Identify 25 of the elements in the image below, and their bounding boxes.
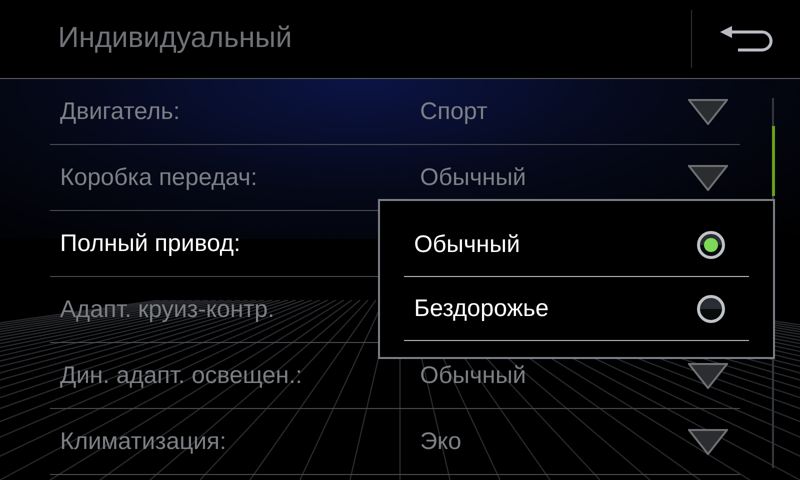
setting-label: Полный привод: [60, 228, 242, 258]
scrollbar-thumb[interactable] [772, 126, 775, 196]
back-arrow-icon [718, 25, 774, 53]
dropdown-triangle-icon [688, 428, 728, 454]
setting-value: Обычный [420, 162, 528, 192]
setting-value: Спорт [420, 96, 488, 126]
setting-label: Дин. адапт. освещен.: [60, 360, 304, 390]
setting-label: Климатизация: [60, 426, 228, 456]
radio-button[interactable] [697, 294, 725, 322]
setting-value: Обычный [420, 360, 528, 390]
dropdown-triangle-icon [688, 98, 728, 124]
setting-row[interactable]: Климатизация: Эко [50, 409, 740, 475]
setting-label: Коробка передач: [60, 162, 258, 192]
dropdown-triangle-icon [688, 362, 728, 388]
dropdown-triangle-icon [688, 164, 728, 190]
setting-label: Адапт. круиз-контр. [60, 294, 276, 324]
popup-option[interactable]: Обычный [404, 213, 749, 277]
option-label: Бездорожье [414, 294, 549, 324]
popup-option[interactable]: Бездорожье [404, 277, 749, 341]
setting-value: Эко [420, 426, 462, 456]
radio-button[interactable] [697, 230, 725, 258]
page-title: Индивидуальный [58, 21, 293, 56]
setting-row[interactable]: Двигатель: Спорт [50, 79, 740, 145]
option-label: Обычный [414, 230, 520, 260]
setting-label: Двигатель: [60, 96, 181, 126]
